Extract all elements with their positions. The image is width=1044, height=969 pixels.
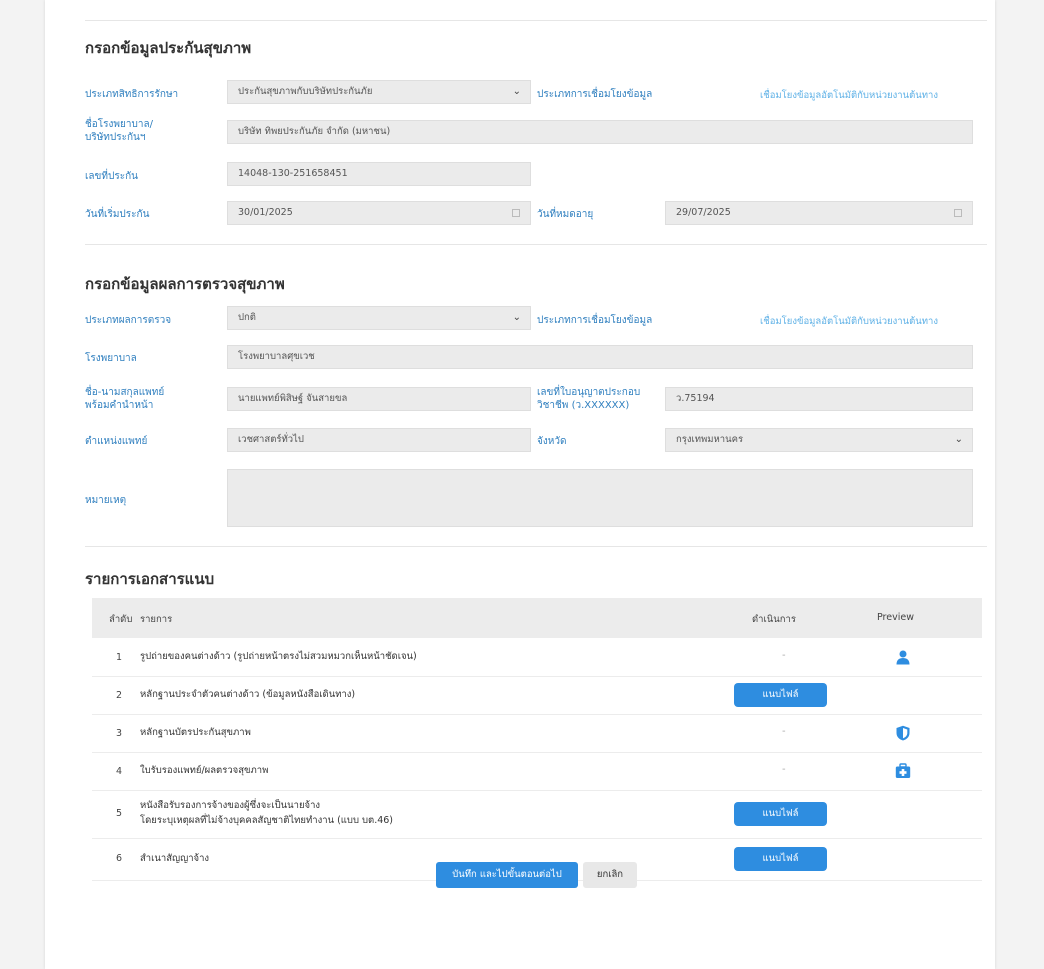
province-select[interactable]: กรุงเทพมหานคร ⌄ xyxy=(665,428,973,452)
remark-label: หมายเหตุ xyxy=(85,495,127,506)
table-row: 2 หลักฐานประจำตัวคนต่างด้าว (ข้อมูลหนังส… xyxy=(92,676,982,715)
row-action: - xyxy=(782,726,786,737)
insurance-section-title: กรอกข้อมูลประกันสุขภาพ xyxy=(85,39,252,57)
divider xyxy=(85,244,987,245)
save-next-button[interactable]: บันทึก และไปขั้นตอนต่อไป xyxy=(436,862,578,888)
health-link-type-value: เชื่อมโยงข้อมูลอัตโนมัติกับหน่วยงานต้นทา… xyxy=(760,316,938,327)
license-label: เลขที่ใบอนุญาตประกอบ วิชาชีพ (ว.XXXXXX) xyxy=(537,387,641,411)
col-action: ดำเนินการ xyxy=(752,614,796,625)
policy-label: เลขที่ประกัน xyxy=(85,171,138,182)
chevron-down-icon: ⌄ xyxy=(954,434,963,445)
health-section-title: กรอกข้อมูลผลการตรวจสุขภาพ xyxy=(85,275,285,293)
position-field[interactable]: เวชศาสตร์ทั่วไป xyxy=(227,428,531,452)
col-item: รายการ xyxy=(140,614,173,625)
user-icon[interactable] xyxy=(895,649,911,665)
row-number: 2 xyxy=(116,690,123,701)
end-date-field[interactable]: 29/07/2025 xyxy=(665,201,973,225)
table-row: 3 หลักฐานบัตรประกันสุขภาพ - xyxy=(92,714,982,753)
start-date-field[interactable]: 30/01/2025 xyxy=(227,201,531,225)
calendar-icon[interactable] xyxy=(954,209,962,217)
attach-file-button[interactable]: แนบไฟล์ xyxy=(734,683,827,707)
row-number: 3 xyxy=(116,728,123,739)
row-item-line2: โดยระบุเหตุผลที่ไม่จ้างบุคคลสัญชาติไทยทำ… xyxy=(140,815,394,826)
link-type-label: ประเภทการเชื่อมโยงข้อมูล xyxy=(537,89,653,100)
row-item: ใบรับรองแพทย์/ผลตรวจสุขภาพ xyxy=(140,765,269,776)
doctor-label: ชื่อ-นามสกุลแพทย์ พร้อมคำนำหน้า xyxy=(85,387,165,411)
table-row: 4 ใบรับรองแพทย์/ผลตรวจสุขภาพ - xyxy=(92,752,982,791)
province-label: จังหวัด xyxy=(537,436,567,447)
company-field[interactable]: บริษัท ทิพยประกันภัย จำกัด (มหาชน) xyxy=(227,120,973,144)
chevron-down-icon: ⌄ xyxy=(512,86,521,97)
hospital-field[interactable]: โรงพยาบาลศุขเวช xyxy=(227,345,973,369)
rights-label: ประเภทสิทธิการรักษา xyxy=(85,89,179,100)
position-label: ตำแหน่งแพทย์ xyxy=(85,436,148,447)
medical-kit-icon[interactable] xyxy=(895,763,911,779)
company-label: ชื่อโรงพยาบาล/ บริษัทประกันฯ xyxy=(85,119,153,143)
docs-section-title: รายการเอกสารแนบ xyxy=(85,570,215,588)
attach-file-button[interactable]: แนบไฟล์ xyxy=(734,847,827,871)
shield-icon[interactable] xyxy=(895,725,911,741)
calendar-icon[interactable] xyxy=(512,209,520,217)
result-type-select[interactable]: ปกติ ⌄ xyxy=(227,306,531,330)
table-row: 5 หนังสือรับรองการจ้างของผู้ซึ่งจะเป็นนา… xyxy=(92,790,982,839)
row-action: - xyxy=(782,650,786,661)
hospital-label: โรงพยาบาล xyxy=(85,353,137,364)
row-number: 1 xyxy=(116,652,123,663)
row-number: 6 xyxy=(116,853,123,864)
attach-file-button[interactable]: แนบไฟล์ xyxy=(734,802,827,826)
row-item: หนังสือรับรองการจ้างของผู้ซึ่งจะเป็นนายจ… xyxy=(140,800,321,811)
cancel-button[interactable]: ยกเลิก xyxy=(583,862,637,888)
col-no: ลำดับ xyxy=(109,614,133,625)
chevron-down-icon: ⌄ xyxy=(512,312,521,323)
doctor-field[interactable]: นายแพทย์พิสิษฐ์ จันสายขล xyxy=(227,387,531,411)
link-type-value: เชื่อมโยงข้อมูลอัตโนมัติกับหน่วยงานต้นทา… xyxy=(760,90,938,101)
remark-textarea[interactable] xyxy=(227,469,973,527)
divider xyxy=(85,546,987,547)
row-item: รูปถ่ายของคนต่างด้าว (รูปถ่ายหน้าตรงไม่ส… xyxy=(140,651,417,662)
divider xyxy=(85,20,987,21)
row-item: หลักฐานประจำตัวคนต่างด้าว (ข้อมูลหนังสือ… xyxy=(140,689,356,700)
col-preview: Preview xyxy=(877,612,914,623)
policy-field[interactable]: 14048-130-251658451 xyxy=(227,162,531,186)
rights-select[interactable]: ประกันสุขภาพกับบริษัทประกันภัย ⌄ xyxy=(227,80,531,104)
row-item: หลักฐานบัตรประกันสุขภาพ xyxy=(140,727,251,738)
health-link-type-label: ประเภทการเชื่อมโยงข้อมูล xyxy=(537,315,653,326)
row-action: - xyxy=(782,764,786,775)
license-field[interactable]: ว.75194 xyxy=(665,387,973,411)
row-number: 4 xyxy=(116,766,123,777)
start-date-label: วันที่เริ่มประกัน xyxy=(85,209,150,220)
result-type-label: ประเภทผลการตรวจ xyxy=(85,315,172,326)
row-item: สำเนาสัญญาจ้าง xyxy=(140,853,210,864)
table-row: 1 รูปถ่ายของคนต่างด้าว (รูปถ่ายหน้าตรงไม… xyxy=(92,638,982,677)
row-number: 5 xyxy=(116,808,123,819)
end-date-label: วันที่หมดอายุ xyxy=(537,209,594,220)
table-header: ลำดับ รายการ ดำเนินการ Preview xyxy=(92,598,982,638)
